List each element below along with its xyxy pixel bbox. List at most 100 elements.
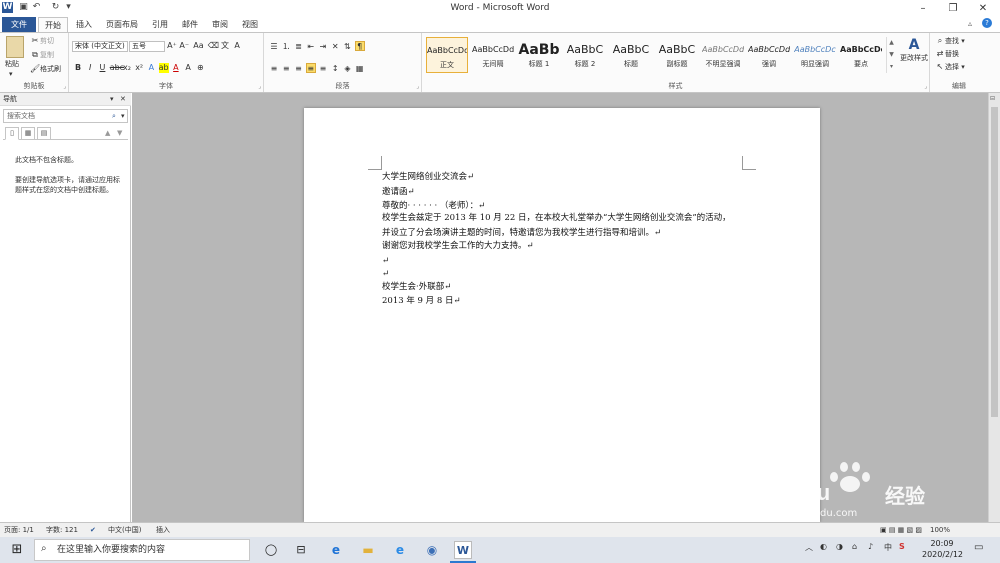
subscript-icon[interactable]: x₂ (122, 63, 132, 73)
tab-view[interactable]: 视图 (236, 17, 264, 32)
superscript-icon[interactable]: x² (134, 63, 144, 73)
view-buttons[interactable]: ▣ ▤ ▦ ▧ ▨ (880, 525, 922, 535)
shading-icon[interactable]: ◈ (342, 64, 352, 74)
chinese-layout-icon[interactable]: ✕ (330, 42, 340, 52)
change-styles-button[interactable]: A 更改样式 (900, 37, 928, 63)
style-intense-emphasis[interactable]: AaBbCcDc 明显强调 (794, 37, 836, 73)
style-subtle-emphasis[interactable]: AaBbCcDd 不明显强调 (702, 37, 744, 73)
numbering-icon[interactable]: ⒈ (281, 42, 291, 52)
volume-icon[interactable]: ♪ (868, 542, 873, 551)
taskbar-search-input[interactable]: 在这里输入你要搜索的内容 (34, 539, 250, 561)
borders-icon[interactable]: ▦ (355, 64, 365, 74)
tab-home[interactable]: 开始 (38, 17, 68, 32)
tab-insert[interactable]: 插入 (70, 17, 98, 32)
paste-button[interactable]: 粘贴 (5, 59, 19, 69)
char-shading-icon[interactable]: A (183, 63, 193, 73)
show-marks-icon[interactable]: ¶ (354, 41, 365, 51)
multilevel-list-icon[interactable]: ≣ (293, 42, 303, 52)
proofing-icon[interactable]: ✔ (90, 525, 96, 535)
underline-icon[interactable]: U (97, 63, 107, 73)
paragraph-launcher-icon[interactable]: ⌟ (416, 83, 419, 90)
shrink-font-icon[interactable]: A⁻ (179, 41, 189, 51)
bullets-icon[interactable]: ☰ (269, 42, 279, 52)
nav-headings-tab-icon[interactable]: ▯ (5, 127, 19, 140)
ime-language-indicator[interactable]: 中 (884, 542, 892, 553)
tray-app-icon[interactable]: ◑ (836, 542, 843, 551)
line-spacing-icon[interactable]: ↕ (330, 64, 340, 74)
ruler-toggle-icon[interactable]: ⊟ (990, 95, 995, 102)
tab-references[interactable]: 引用 (146, 17, 174, 32)
clear-format-icon[interactable]: ⌫ (208, 41, 219, 51)
styles-scroll[interactable]: ▲ ▼ ▾ (886, 37, 896, 73)
tab-file[interactable]: 文件 (2, 17, 36, 32)
font-color-icon[interactable]: A (171, 63, 181, 73)
align-center-icon[interactable]: ≡ (281, 64, 291, 74)
format-painter-button[interactable]: 🖌格式刷 (30, 64, 61, 74)
find-button[interactable]: ⌕ 查找 ▾ (935, 36, 965, 46)
word-taskbar-icon[interactable]: W (454, 541, 472, 559)
clock[interactable]: 20:09 2020/2/12 (922, 538, 963, 560)
status-language[interactable]: 中文(中国) (108, 525, 141, 535)
cut-button[interactable]: ✂ 剪切 (30, 36, 54, 46)
tab-mailings[interactable]: 邮件 (176, 17, 204, 32)
status-mode[interactable]: 插入 (156, 525, 170, 535)
app-icon[interactable]: ◉ (423, 541, 441, 559)
scrollbar-thumb[interactable] (991, 107, 998, 417)
maximize-icon[interactable]: ❐ (938, 0, 968, 17)
paste-icon[interactable] (6, 36, 24, 58)
timeline-icon[interactable]: ⊟ (292, 541, 310, 559)
strikethrough-icon[interactable]: abc (110, 63, 124, 73)
style-strong[interactable]: AaBbCcDc 要点 (840, 37, 882, 73)
doc-line-empty[interactable]: ↵ (382, 255, 389, 267)
status-page[interactable]: 页面: 1/1 (4, 525, 34, 535)
highlight-icon[interactable]: ab (158, 63, 169, 73)
tab-page-layout[interactable]: 页面布局 (100, 17, 144, 32)
doc-line-body-2[interactable]: 并设立了分会场演讲主题的时间，特邀请您为我校学生进行指导和培训。↵ (382, 227, 661, 239)
enclose-char-icon[interactable]: ⊕ (195, 63, 205, 73)
doc-line-invitation[interactable]: 邀请函↵ (382, 186, 415, 198)
doc-line-body-1[interactable]: 校学生会兹定于 2013 年 10 月 22 日，在本校大礼堂举办“大学生网络创… (382, 212, 731, 224)
nav-search-input[interactable]: 搜索文档 (3, 109, 128, 123)
close-icon[interactable]: ✕ (968, 0, 998, 17)
doc-line-empty[interactable]: ↵ (382, 268, 389, 280)
sort-icon[interactable]: ⇅ (342, 42, 352, 52)
text-effects-icon[interactable]: A (146, 63, 156, 73)
italic-icon[interactable]: I (85, 63, 95, 73)
clipboard-launcher-icon[interactable]: ⌟ (63, 83, 66, 90)
edge-browser-icon[interactable]: e (327, 541, 345, 559)
notifications-icon[interactable]: ▭ (974, 542, 983, 553)
nav-prev-icon[interactable]: ▲ (105, 128, 110, 138)
doc-line-signature[interactable]: 校学生会·外联部↵ (382, 281, 451, 293)
change-case-icon[interactable]: Aa (191, 41, 205, 51)
copy-button[interactable]: ⧉ 复制 (30, 50, 54, 60)
nav-search-icon[interactable]: ⌕ (112, 111, 116, 121)
document-page[interactable]: 大学生网络创业交流会↵ 邀请函↵ 尊敬的· · · · · · （老师）：↵ 校… (304, 108, 820, 522)
bold-icon[interactable]: B (73, 63, 83, 73)
nav-options-icon[interactable]: ▾ (110, 94, 114, 104)
file-explorer-icon[interactable]: ▬ (359, 541, 377, 559)
paste-dropdown-icon[interactable]: ▾ (9, 69, 13, 79)
font-name-combo[interactable]: 宋体 (中文正文) (72, 41, 128, 52)
doc-line-date[interactable]: 2013 年 9 月 8 日↵ (382, 295, 461, 307)
style-normal[interactable]: AaBbCcDd 正文 (426, 37, 468, 73)
nav-close-icon[interactable]: ✕ (120, 94, 126, 104)
doc-line-salutation[interactable]: 尊敬的· · · · · · （老师）：↵ (382, 200, 485, 212)
font-launcher-icon[interactable]: ⌟ (258, 83, 261, 90)
font-size-combo[interactable]: 五号 (129, 41, 165, 52)
windows-start-icon[interactable]: ⊞ (8, 541, 26, 559)
replace-button[interactable]: ⇄ 替换 (935, 49, 959, 59)
increase-indent-icon[interactable]: ⇥ (318, 42, 328, 52)
ie-browser-icon[interactable]: e (391, 541, 409, 559)
decrease-indent-icon[interactable]: ⇤ (306, 42, 316, 52)
align-right-icon[interactable]: ≡ (293, 64, 303, 74)
grow-font-icon[interactable]: A⁺ (167, 41, 177, 51)
tray-app-icon[interactable]: ◐ (820, 542, 827, 551)
ribbon-collapse-icon[interactable]: ▵ (968, 19, 972, 28)
style-emphasis[interactable]: AaBbCcDd 强调 (748, 37, 790, 73)
doc-line-thanks[interactable]: 谢谢您对我校学生会工作的大力支持。↵ (382, 240, 534, 252)
styles-launcher-icon[interactable]: ⌟ (924, 83, 927, 90)
style-heading-2[interactable]: AaBbC 标题 2 (564, 37, 606, 73)
doc-line-title[interactable]: 大学生网络创业交流会↵ (382, 171, 474, 183)
tray-expand-icon[interactable]: ︿ (805, 542, 813, 553)
nav-pages-tab-icon[interactable]: ▦ (21, 127, 35, 140)
